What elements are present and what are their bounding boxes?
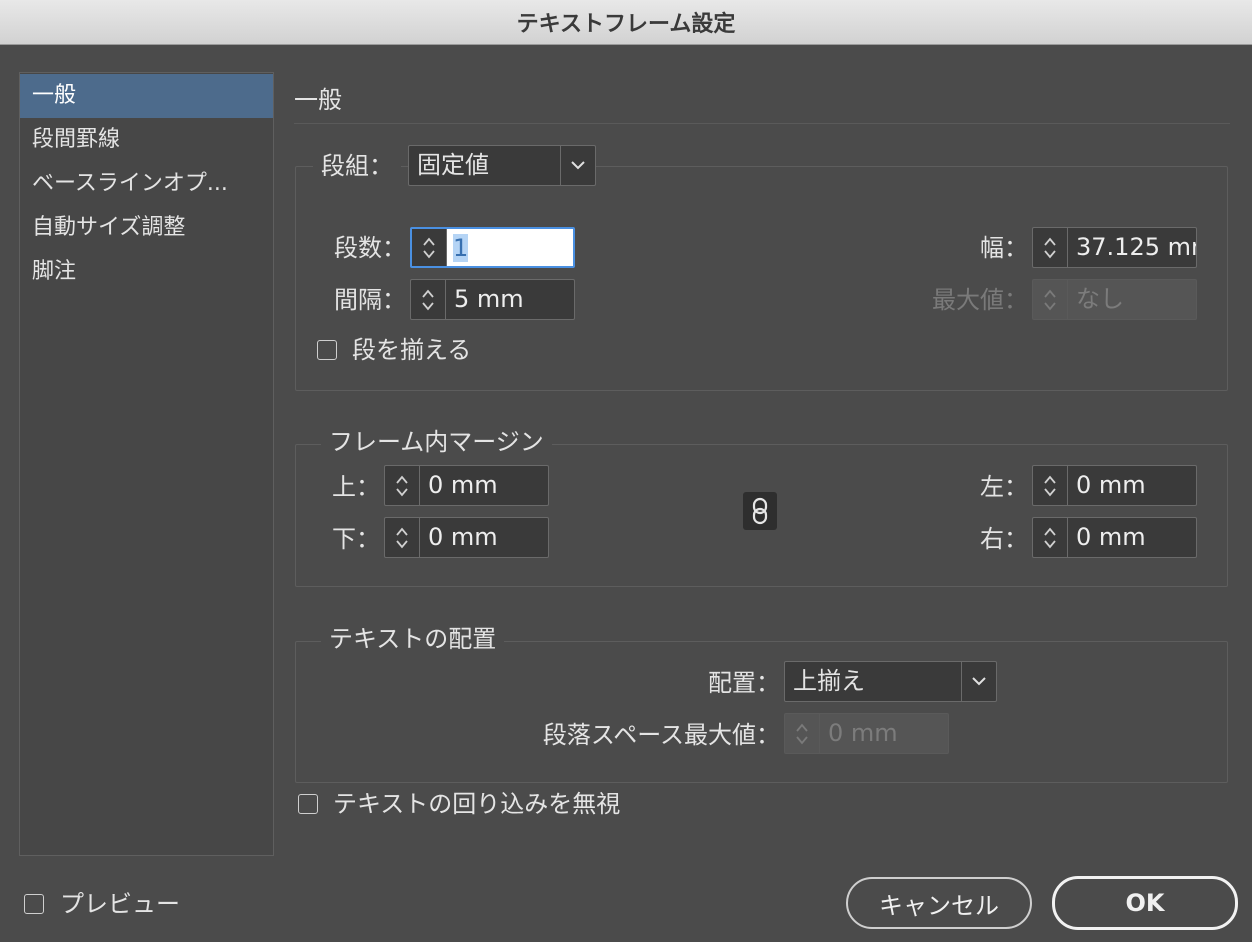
- stepper-arrows-icon[interactable]: [1033, 228, 1068, 267]
- inset-top-label: 上：: [332, 473, 380, 501]
- window-title: テキストフレーム設定: [516, 12, 736, 37]
- columns-type-dropdown[interactable]: 固定値: [408, 145, 596, 186]
- max-width-stepper: なし: [1032, 279, 1197, 320]
- inset-top-input[interactable]: 0 mm: [420, 466, 548, 505]
- columns-label: 段組：: [313, 149, 401, 183]
- stepper-arrows-icon[interactable]: [1033, 466, 1068, 505]
- preview-label[interactable]: プレビュー: [60, 886, 180, 922]
- sidebar-item-baseline-options[interactable]: ベースラインオプ...: [20, 162, 273, 206]
- inset-bottom-label: 下：: [332, 525, 380, 553]
- paragraph-spacing-limit-stepper: 0 mm: [784, 713, 949, 754]
- sidebar-item-label: 脚注: [32, 259, 77, 284]
- chain-link-icon[interactable]: [743, 492, 777, 530]
- chevron-down-icon: [560, 146, 595, 185]
- column-width-stepper[interactable]: 37.125 mm: [1032, 227, 1197, 268]
- cancel-button-label: キャンセル: [879, 891, 999, 920]
- inset-left-label: 左：: [980, 473, 1028, 501]
- max-width-label: 最大値：: [932, 286, 1028, 314]
- stepper-arrows-icon[interactable]: [385, 466, 420, 505]
- inset-bottom-input[interactable]: 0 mm: [420, 518, 548, 557]
- ok-button[interactable]: OK: [1052, 876, 1238, 930]
- inset-legend: フレーム内マージン: [321, 425, 552, 459]
- stepper-arrows-icon: [1033, 280, 1068, 319]
- balance-columns-label[interactable]: 段を揃える: [352, 333, 471, 367]
- column-count-label: 段数：: [334, 234, 406, 262]
- stepper-arrows-icon: [785, 714, 820, 753]
- ignore-text-wrap-checkbox[interactable]: [298, 794, 318, 814]
- preview-checkbox[interactable]: [24, 894, 44, 914]
- sidebar-item-auto-size[interactable]: 自動サイズ調整: [20, 206, 273, 250]
- inset-bottom-stepper[interactable]: 0 mm: [384, 517, 549, 558]
- balance-columns-checkbox[interactable]: [317, 340, 337, 360]
- column-width-input[interactable]: 37.125 mm: [1068, 228, 1196, 267]
- vertical-justification-legend: テキストの配置: [321, 622, 505, 656]
- stepper-arrows-icon[interactable]: [411, 280, 446, 319]
- sidebar: 一般 段間罫線 ベースラインオプ... 自動サイズ調整 脚注: [19, 72, 274, 856]
- inset-right-input[interactable]: 0 mm: [1068, 518, 1196, 557]
- sidebar-item-label: 一般: [32, 83, 77, 108]
- inset-left-stepper[interactable]: 0 mm: [1032, 465, 1197, 506]
- column-width-label: 幅：: [980, 234, 1028, 262]
- stepper-arrows-icon[interactable]: [412, 229, 447, 266]
- sidebar-item-label: 段間罫線: [32, 127, 121, 152]
- section-divider: [294, 123, 1230, 124]
- align-dropdown[interactable]: 上揃え: [784, 661, 997, 702]
- inset-right-stepper[interactable]: 0 mm: [1032, 517, 1197, 558]
- column-count-stepper[interactable]: 1: [410, 227, 575, 268]
- columns-type-value: 固定値: [417, 151, 489, 179]
- sidebar-item-general[interactable]: 一般: [20, 74, 273, 118]
- align-value: 上揃え: [793, 667, 865, 695]
- window-title-bar: テキストフレーム設定: [0, 0, 1252, 45]
- ok-button-label: OK: [1125, 889, 1165, 917]
- section-title: 一般: [294, 86, 342, 114]
- inset-top-stepper[interactable]: 0 mm: [384, 465, 549, 506]
- chevron-down-icon: [961, 662, 996, 701]
- sidebar-item-label: 自動サイズ調整: [32, 215, 186, 240]
- sidebar-item-footnotes[interactable]: 脚注: [20, 250, 273, 294]
- max-width-input: なし: [1076, 285, 1124, 313]
- ignore-text-wrap-label[interactable]: テキストの回り込みを無視: [333, 787, 620, 821]
- gutter-stepper[interactable]: 5 mm: [410, 279, 575, 320]
- sidebar-item-label: ベースラインオプ...: [32, 171, 228, 196]
- cancel-button[interactable]: キャンセル: [846, 877, 1032, 929]
- stepper-arrows-icon[interactable]: [385, 518, 420, 557]
- stepper-arrows-icon[interactable]: [1033, 518, 1068, 557]
- inset-right-label: 右：: [980, 525, 1028, 553]
- gutter-label: 間隔：: [334, 286, 406, 314]
- gutter-input[interactable]: 5 mm: [446, 280, 574, 319]
- vertical-justification-group: [295, 641, 1228, 783]
- column-count-input[interactable]: 1: [447, 229, 573, 266]
- paragraph-spacing-limit-input: 0 mm: [828, 719, 898, 747]
- align-label: 配置：: [708, 669, 780, 697]
- sidebar-item-column-rules[interactable]: 段間罫線: [20, 118, 273, 162]
- paragraph-spacing-limit-label: 段落スペース最大値：: [542, 721, 780, 749]
- inset-left-input[interactable]: 0 mm: [1068, 466, 1196, 505]
